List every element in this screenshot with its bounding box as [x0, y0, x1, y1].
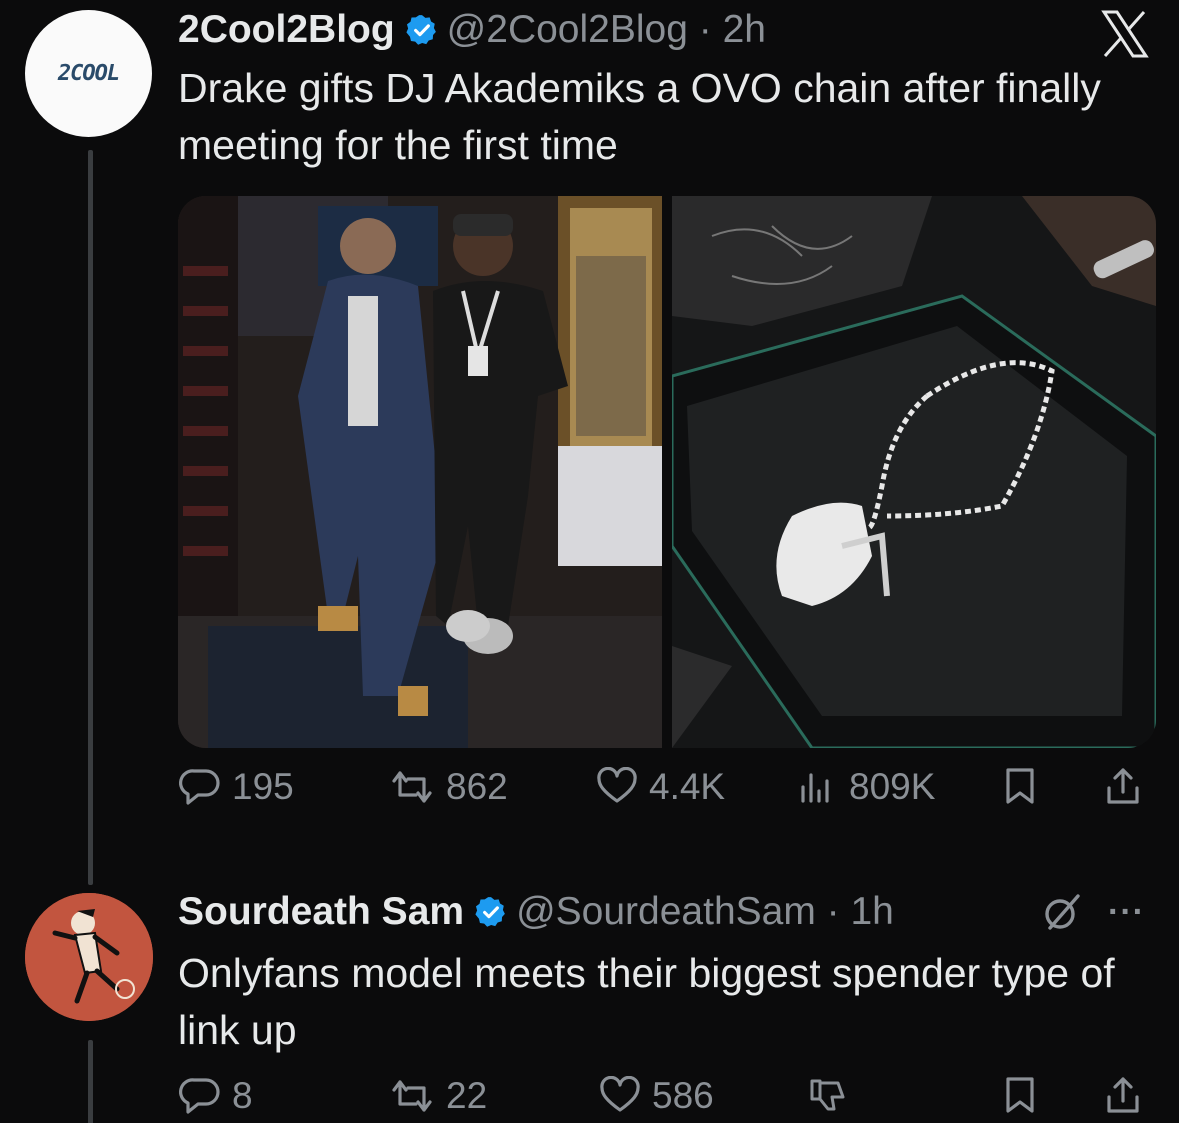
- grok-button[interactable]: [1040, 890, 1084, 939]
- reply-count: 195: [232, 766, 294, 807]
- reply-actions: 8 22 586: [178, 1075, 1158, 1123]
- heart-icon: [597, 767, 637, 803]
- avatar[interactable]: 2COOL: [25, 10, 152, 137]
- timeline: 2COOL 2Cool2Blog @2Cool2Blog · 2h Drake …: [0, 0, 1179, 1123]
- reply-button[interactable]: 195: [178, 766, 294, 808]
- reply-text: Onlyfans model meets their biggest spend…: [178, 950, 1115, 1053]
- repost-count: 862: [446, 766, 508, 807]
- tweet-media[interactable]: [178, 196, 1156, 748]
- author-name[interactable]: Sourdeath Sam: [178, 890, 464, 934]
- tweet-actions: 195 862 4.4K 809K: [178, 766, 1158, 826]
- verified-badge-icon: [405, 13, 439, 47]
- repost-button[interactable]: 862: [388, 766, 508, 808]
- repost-icon: [392, 771, 432, 803]
- repost-button[interactable]: 22: [388, 1075, 487, 1117]
- like-count: 4.4K: [649, 766, 726, 807]
- reply-header: Sourdeath Sam @SourdeathSam · 1h: [178, 890, 894, 934]
- analytics-icon: [801, 773, 829, 803]
- share-icon: [1107, 1077, 1139, 1113]
- views-button[interactable]: 809K: [795, 766, 935, 808]
- heart-icon: [600, 1076, 640, 1112]
- repost-count: 22: [446, 1075, 488, 1116]
- like-count: 586: [652, 1075, 714, 1116]
- like-button[interactable]: 586: [598, 1075, 714, 1117]
- repost-icon: [392, 1080, 432, 1112]
- bookmark-icon: [1006, 1077, 1034, 1113]
- share-button[interactable]: [1103, 766, 1143, 806]
- avatar[interactable]: [25, 893, 153, 1021]
- verified-badge-icon: [474, 895, 508, 929]
- handle-and-time[interactable]: @2Cool2Blog · 2h: [447, 8, 766, 52]
- reply-count: 8: [232, 1075, 253, 1116]
- dislike-button[interactable]: [808, 1075, 848, 1115]
- share-button[interactable]: [1103, 1075, 1143, 1115]
- share-icon: [1107, 768, 1139, 804]
- tweet-text: Drake gifts DJ Akademiks a OVO chain aft…: [178, 65, 1101, 168]
- photo-ovo-chain[interactable]: [672, 196, 1156, 748]
- reply-icon: [179, 1078, 220, 1114]
- bookmark-button[interactable]: [1000, 1075, 1040, 1115]
- photo-drake-and-akademiks[interactable]: [178, 196, 662, 748]
- thread-connector: [88, 1040, 93, 1123]
- reply-icon: [179, 769, 220, 805]
- handle-and-time[interactable]: @SourdeathSam · 1h: [516, 890, 894, 934]
- bookmark-button[interactable]: [1000, 766, 1040, 806]
- bookmark-icon: [1006, 768, 1034, 804]
- thumbs-down-icon: [810, 1079, 845, 1111]
- author-name[interactable]: 2Cool2Blog: [178, 8, 395, 52]
- cartoon-avatar-icon: [25, 893, 153, 1021]
- avatar-logo-text: 2COOL: [57, 61, 120, 86]
- thread-connector: [88, 150, 93, 885]
- grok-icon: [1045, 894, 1080, 930]
- like-button[interactable]: 4.4K: [595, 766, 725, 808]
- x-logo-icon: [1101, 10, 1149, 58]
- reply-button[interactable]: 8: [178, 1075, 253, 1117]
- tweet-header: 2Cool2Blog @2Cool2Blog · 2h: [178, 8, 766, 52]
- view-count: 809K: [849, 766, 936, 807]
- more-options-icon[interactable]: ···: [1108, 893, 1145, 932]
